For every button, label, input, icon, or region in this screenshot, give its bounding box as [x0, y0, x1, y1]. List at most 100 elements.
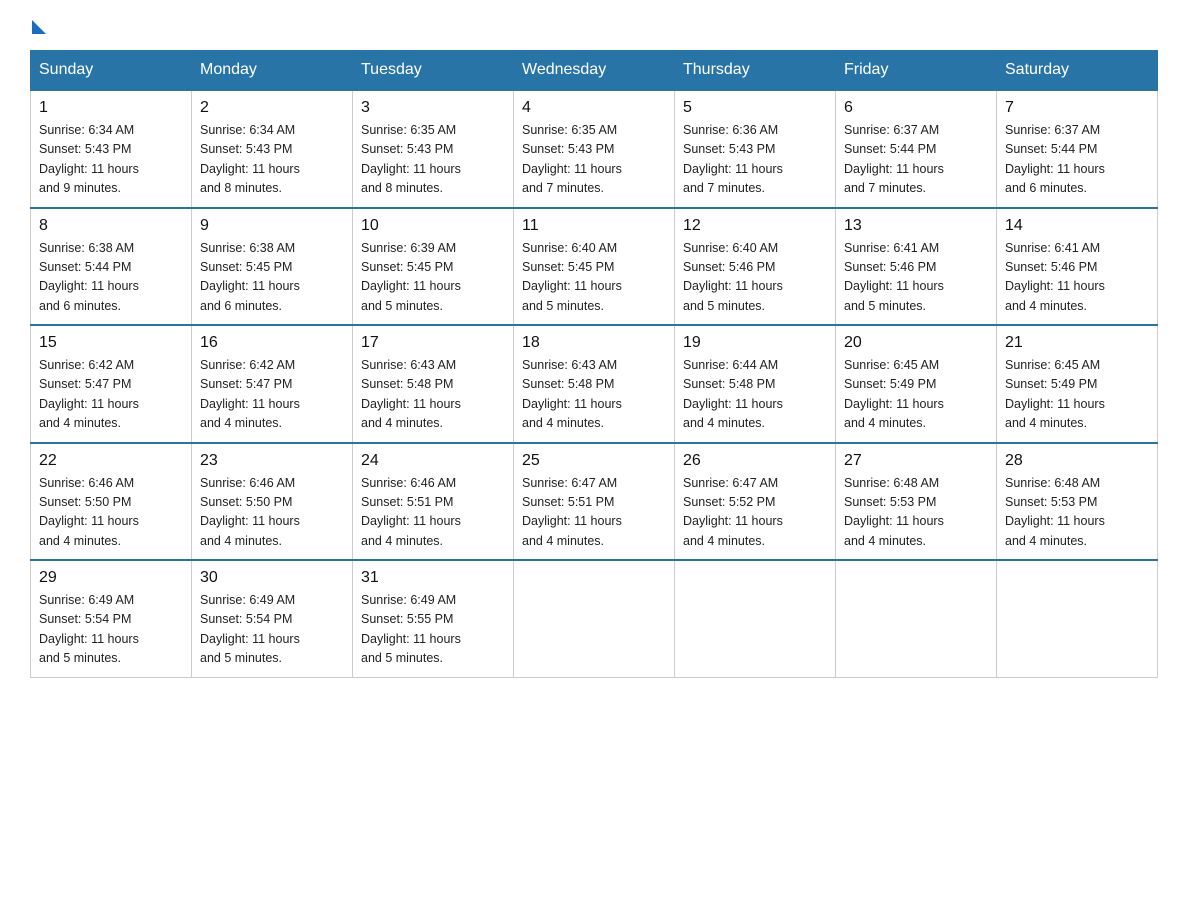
day-info: Sunrise: 6:47 AMSunset: 5:51 PMDaylight:… — [522, 476, 622, 548]
day-info: Sunrise: 6:46 AMSunset: 5:50 PMDaylight:… — [200, 476, 300, 548]
weekday-header-friday: Friday — [836, 51, 997, 91]
day-info: Sunrise: 6:43 AMSunset: 5:48 PMDaylight:… — [522, 358, 622, 430]
day-info: Sunrise: 6:34 AMSunset: 5:43 PMDaylight:… — [200, 123, 300, 195]
calendar-cell: 15 Sunrise: 6:42 AMSunset: 5:47 PMDaylig… — [31, 325, 192, 443]
day-info: Sunrise: 6:35 AMSunset: 5:43 PMDaylight:… — [522, 123, 622, 195]
day-number: 10 — [361, 217, 505, 235]
day-info: Sunrise: 6:37 AMSunset: 5:44 PMDaylight:… — [1005, 123, 1105, 195]
day-number: 23 — [200, 452, 344, 470]
logo — [30, 20, 48, 30]
day-number: 2 — [200, 99, 344, 117]
day-number: 4 — [522, 99, 666, 117]
calendar-header: SundayMondayTuesdayWednesdayThursdayFrid… — [31, 51, 1158, 91]
weekday-header-wednesday: Wednesday — [514, 51, 675, 91]
calendar-cell: 4 Sunrise: 6:35 AMSunset: 5:43 PMDayligh… — [514, 90, 675, 208]
calendar-table: SundayMondayTuesdayWednesdayThursdayFrid… — [30, 50, 1158, 678]
calendar-cell: 12 Sunrise: 6:40 AMSunset: 5:46 PMDaylig… — [675, 208, 836, 326]
day-number: 24 — [361, 452, 505, 470]
day-info: Sunrise: 6:49 AMSunset: 5:54 PMDaylight:… — [200, 593, 300, 665]
calendar-cell — [675, 560, 836, 677]
day-info: Sunrise: 6:38 AMSunset: 5:44 PMDaylight:… — [39, 241, 139, 313]
day-info: Sunrise: 6:49 AMSunset: 5:55 PMDaylight:… — [361, 593, 461, 665]
day-info: Sunrise: 6:48 AMSunset: 5:53 PMDaylight:… — [844, 476, 944, 548]
calendar-cell: 6 Sunrise: 6:37 AMSunset: 5:44 PMDayligh… — [836, 90, 997, 208]
calendar-cell: 25 Sunrise: 6:47 AMSunset: 5:51 PMDaylig… — [514, 443, 675, 561]
day-number: 9 — [200, 217, 344, 235]
calendar-cell: 5 Sunrise: 6:36 AMSunset: 5:43 PMDayligh… — [675, 90, 836, 208]
weekday-header-thursday: Thursday — [675, 51, 836, 91]
day-info: Sunrise: 6:46 AMSunset: 5:51 PMDaylight:… — [361, 476, 461, 548]
calendar-week-3: 15 Sunrise: 6:42 AMSunset: 5:47 PMDaylig… — [31, 325, 1158, 443]
day-number: 21 — [1005, 334, 1149, 352]
day-number: 16 — [200, 334, 344, 352]
day-number: 6 — [844, 99, 988, 117]
calendar-cell: 19 Sunrise: 6:44 AMSunset: 5:48 PMDaylig… — [675, 325, 836, 443]
weekday-header-tuesday: Tuesday — [353, 51, 514, 91]
calendar-cell: 9 Sunrise: 6:38 AMSunset: 5:45 PMDayligh… — [192, 208, 353, 326]
weekday-header-monday: Monday — [192, 51, 353, 91]
day-info: Sunrise: 6:36 AMSunset: 5:43 PMDaylight:… — [683, 123, 783, 195]
day-number: 31 — [361, 569, 505, 587]
calendar-cell — [997, 560, 1158, 677]
day-info: Sunrise: 6:41 AMSunset: 5:46 PMDaylight:… — [844, 241, 944, 313]
day-number: 11 — [522, 217, 666, 235]
day-number: 13 — [844, 217, 988, 235]
day-info: Sunrise: 6:39 AMSunset: 5:45 PMDaylight:… — [361, 241, 461, 313]
calendar-cell: 22 Sunrise: 6:46 AMSunset: 5:50 PMDaylig… — [31, 443, 192, 561]
page-header — [30, 20, 1158, 30]
calendar-week-4: 22 Sunrise: 6:46 AMSunset: 5:50 PMDaylig… — [31, 443, 1158, 561]
day-number: 30 — [200, 569, 344, 587]
day-number: 25 — [522, 452, 666, 470]
day-info: Sunrise: 6:46 AMSunset: 5:50 PMDaylight:… — [39, 476, 139, 548]
day-number: 17 — [361, 334, 505, 352]
day-number: 27 — [844, 452, 988, 470]
day-number: 7 — [1005, 99, 1149, 117]
calendar-cell — [514, 560, 675, 677]
calendar-cell: 24 Sunrise: 6:46 AMSunset: 5:51 PMDaylig… — [353, 443, 514, 561]
day-info: Sunrise: 6:40 AMSunset: 5:46 PMDaylight:… — [683, 241, 783, 313]
day-number: 19 — [683, 334, 827, 352]
calendar-cell: 26 Sunrise: 6:47 AMSunset: 5:52 PMDaylig… — [675, 443, 836, 561]
calendar-cell: 10 Sunrise: 6:39 AMSunset: 5:45 PMDaylig… — [353, 208, 514, 326]
calendar-week-2: 8 Sunrise: 6:38 AMSunset: 5:44 PMDayligh… — [31, 208, 1158, 326]
calendar-cell: 31 Sunrise: 6:49 AMSunset: 5:55 PMDaylig… — [353, 560, 514, 677]
day-number: 18 — [522, 334, 666, 352]
day-info: Sunrise: 6:40 AMSunset: 5:45 PMDaylight:… — [522, 241, 622, 313]
day-number: 20 — [844, 334, 988, 352]
day-number: 14 — [1005, 217, 1149, 235]
day-number: 5 — [683, 99, 827, 117]
calendar-cell: 20 Sunrise: 6:45 AMSunset: 5:49 PMDaylig… — [836, 325, 997, 443]
calendar-week-5: 29 Sunrise: 6:49 AMSunset: 5:54 PMDaylig… — [31, 560, 1158, 677]
day-info: Sunrise: 6:41 AMSunset: 5:46 PMDaylight:… — [1005, 241, 1105, 313]
day-info: Sunrise: 6:45 AMSunset: 5:49 PMDaylight:… — [1005, 358, 1105, 430]
day-number: 22 — [39, 452, 183, 470]
day-number: 26 — [683, 452, 827, 470]
day-info: Sunrise: 6:38 AMSunset: 5:45 PMDaylight:… — [200, 241, 300, 313]
calendar-week-1: 1 Sunrise: 6:34 AMSunset: 5:43 PMDayligh… — [31, 90, 1158, 208]
day-info: Sunrise: 6:49 AMSunset: 5:54 PMDaylight:… — [39, 593, 139, 665]
day-info: Sunrise: 6:34 AMSunset: 5:43 PMDaylight:… — [39, 123, 139, 195]
calendar-body: 1 Sunrise: 6:34 AMSunset: 5:43 PMDayligh… — [31, 90, 1158, 677]
calendar-cell: 13 Sunrise: 6:41 AMSunset: 5:46 PMDaylig… — [836, 208, 997, 326]
weekday-header-row: SundayMondayTuesdayWednesdayThursdayFrid… — [31, 51, 1158, 91]
calendar-cell: 1 Sunrise: 6:34 AMSunset: 5:43 PMDayligh… — [31, 90, 192, 208]
day-info: Sunrise: 6:47 AMSunset: 5:52 PMDaylight:… — [683, 476, 783, 548]
calendar-cell: 3 Sunrise: 6:35 AMSunset: 5:43 PMDayligh… — [353, 90, 514, 208]
day-info: Sunrise: 6:43 AMSunset: 5:48 PMDaylight:… — [361, 358, 461, 430]
day-number: 3 — [361, 99, 505, 117]
calendar-cell: 8 Sunrise: 6:38 AMSunset: 5:44 PMDayligh… — [31, 208, 192, 326]
weekday-header-sunday: Sunday — [31, 51, 192, 91]
calendar-cell: 28 Sunrise: 6:48 AMSunset: 5:53 PMDaylig… — [997, 443, 1158, 561]
logo-text — [30, 20, 48, 34]
day-number: 29 — [39, 569, 183, 587]
day-info: Sunrise: 6:37 AMSunset: 5:44 PMDaylight:… — [844, 123, 944, 195]
calendar-cell: 21 Sunrise: 6:45 AMSunset: 5:49 PMDaylig… — [997, 325, 1158, 443]
calendar-cell — [836, 560, 997, 677]
day-info: Sunrise: 6:35 AMSunset: 5:43 PMDaylight:… — [361, 123, 461, 195]
calendar-cell: 16 Sunrise: 6:42 AMSunset: 5:47 PMDaylig… — [192, 325, 353, 443]
day-info: Sunrise: 6:44 AMSunset: 5:48 PMDaylight:… — [683, 358, 783, 430]
day-number: 15 — [39, 334, 183, 352]
calendar-cell: 7 Sunrise: 6:37 AMSunset: 5:44 PMDayligh… — [997, 90, 1158, 208]
logo-arrow-icon — [32, 20, 46, 34]
calendar-cell: 27 Sunrise: 6:48 AMSunset: 5:53 PMDaylig… — [836, 443, 997, 561]
